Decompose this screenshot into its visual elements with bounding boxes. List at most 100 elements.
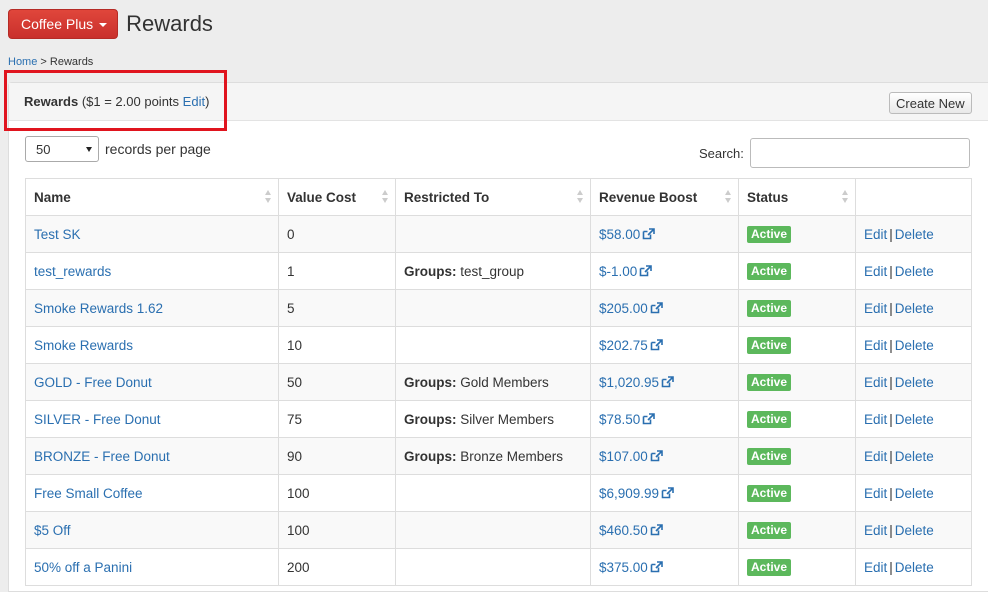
revenue-boost-link[interactable]: $-1.00 xyxy=(599,264,653,279)
search-label: Search: xyxy=(699,145,744,161)
cell-actions: Edit | Delete xyxy=(855,474,972,512)
cell-actions: Edit | Delete xyxy=(855,215,972,253)
table-row: BRONZE - Free Donut 90 Groups: Bronze Memb… xyxy=(25,437,972,475)
breadcrumb-home-link[interactable]: Home xyxy=(8,56,37,68)
cell-actions: Edit | Delete xyxy=(855,252,972,290)
cell-value-cost: 90 xyxy=(278,437,396,475)
edit-link[interactable]: Edit xyxy=(864,338,887,353)
reward-name-link[interactable]: GOLD - Free Donut xyxy=(34,375,152,390)
cell-status: Active xyxy=(738,474,856,512)
edit-link[interactable]: Edit xyxy=(864,560,887,575)
action-separator: | xyxy=(889,448,893,464)
edit-link[interactable]: Edit xyxy=(864,412,887,427)
delete-link[interactable]: Delete xyxy=(895,412,934,427)
rewards-table: Name Value Cost Restricted To Revenue Bo… xyxy=(25,178,972,586)
cell-revenue-boost: $6,909.99 xyxy=(590,474,739,512)
revenue-boost-link[interactable]: $58.00 xyxy=(599,227,656,242)
column-header-restricted-to[interactable]: Restricted To xyxy=(395,178,591,216)
delete-link[interactable]: Delete xyxy=(895,227,934,242)
cell-revenue-boost: $107.00 xyxy=(590,437,739,475)
reward-name-link[interactable]: test_rewards xyxy=(34,264,111,279)
delete-link[interactable]: Delete xyxy=(895,301,934,316)
revenue-boost-value: $375.00 xyxy=(599,559,648,575)
cell-revenue-boost: $78.50 xyxy=(590,400,739,438)
revenue-boost-link[interactable]: $460.50 xyxy=(599,523,663,538)
delete-link[interactable]: Delete xyxy=(895,375,934,390)
revenue-boost-link[interactable]: $78.50 xyxy=(599,412,656,427)
status-badge: Active xyxy=(747,484,792,502)
cell-status: Active xyxy=(738,511,856,549)
edit-link[interactable]: Edit xyxy=(864,523,887,538)
column-header-status[interactable]: Status xyxy=(738,178,856,216)
column-header-value-cost[interactable]: Value Cost xyxy=(278,178,396,216)
edit-points-rate-link[interactable]: Edit xyxy=(183,94,205,109)
breadcrumb-current: Rewards xyxy=(49,56,94,68)
external-link-icon xyxy=(661,486,674,499)
table-header-row: Name Value Cost Restricted To Revenue Bo… xyxy=(25,178,972,216)
action-separator: | xyxy=(889,374,893,390)
delete-link[interactable]: Delete xyxy=(895,449,934,464)
revenue-boost-value: $205.00 xyxy=(599,300,648,316)
edit-link[interactable]: Edit xyxy=(864,301,887,316)
delete-link[interactable]: Delete xyxy=(895,523,934,538)
status-badge: Active xyxy=(747,262,792,280)
reward-name-link[interactable]: BRONZE - Free Donut xyxy=(34,449,170,464)
status-badge: Active xyxy=(747,521,792,539)
table-row: Free Small Coffee 100 $6,909.99 Active Edit… xyxy=(25,474,972,512)
cell-status: Active xyxy=(738,252,856,290)
reward-name-link[interactable]: Test SK xyxy=(34,227,81,242)
column-header-name[interactable]: Name xyxy=(25,178,279,216)
revenue-boost-value: $107.00 xyxy=(599,448,648,464)
edit-link[interactable]: Edit xyxy=(864,449,887,464)
revenue-boost-link[interactable]: $375.00 xyxy=(599,560,663,575)
brand-dropdown-button[interactable]: Coffee Plus xyxy=(8,9,119,39)
column-header-revenue-boost[interactable]: Revenue Boost xyxy=(590,178,739,216)
status-badge: Active xyxy=(747,299,792,317)
panel-title-label: Rewards xyxy=(24,94,79,109)
sort-icon xyxy=(842,190,849,204)
cell-revenue-boost: $1,020.95 xyxy=(590,363,739,401)
reward-name-link[interactable]: Free Small Coffee xyxy=(34,486,143,501)
breadcrumb: Home > Rewards xyxy=(8,56,93,68)
chevron-down-icon xyxy=(86,146,92,152)
revenue-boost-link[interactable]: $1,020.95 xyxy=(599,375,674,390)
create-new-button[interactable]: Create New xyxy=(889,92,972,114)
reward-name-link[interactable]: Smoke Rewards 1.62 xyxy=(34,301,163,316)
delete-link[interactable]: Delete xyxy=(895,486,934,501)
records-per-page-select[interactable]: 50 xyxy=(25,136,99,162)
points-rate-text: ($1 = 2.00 points xyxy=(81,94,180,109)
cell-status: Active xyxy=(738,400,856,438)
restricted-value: Silver Members xyxy=(460,411,555,427)
delete-link[interactable]: Delete xyxy=(895,264,934,279)
delete-link[interactable]: Delete xyxy=(895,338,934,353)
external-link-icon xyxy=(650,560,663,573)
revenue-boost-link[interactable]: $205.00 xyxy=(599,301,663,316)
revenue-boost-link[interactable]: $107.00 xyxy=(599,449,663,464)
revenue-boost-link[interactable]: $202.75 xyxy=(599,338,663,353)
external-link-icon xyxy=(639,264,653,277)
cell-restricted-to xyxy=(395,326,591,364)
table-row: Smoke Rewards 10 $202.75 Active Edit | Delete xyxy=(25,326,972,364)
edit-link[interactable]: Edit xyxy=(864,264,887,279)
cell-revenue-boost: $-1.00 xyxy=(590,252,739,290)
rewards-panel: Rewards ($1 = 2.00 points Edit) Create N… xyxy=(8,82,988,592)
revenue-boost-link[interactable]: $6,909.99 xyxy=(599,486,674,501)
edit-link[interactable]: Edit xyxy=(864,375,887,390)
restricted-label: Groups: xyxy=(404,263,457,279)
edit-link[interactable]: Edit xyxy=(864,227,887,242)
reward-name-link[interactable]: 50% off a Panini xyxy=(34,560,132,575)
cell-name: Free Small Coffee xyxy=(25,474,279,512)
status-badge: Active xyxy=(747,336,792,354)
reward-name-link[interactable]: $5 Off xyxy=(34,523,71,538)
reward-name-link[interactable]: SILVER - Free Donut xyxy=(34,412,161,427)
column-header-label: Name xyxy=(34,189,71,205)
cell-revenue-boost: $205.00 xyxy=(590,289,739,327)
delete-link[interactable]: Delete xyxy=(895,560,934,575)
reward-name-link[interactable]: Smoke Rewards xyxy=(34,338,133,353)
cell-actions: Edit | Delete xyxy=(855,326,972,364)
cell-name: Test SK xyxy=(25,215,279,253)
table-row: Smoke Rewards 1.62 5 $205.00 Active Edit | De… xyxy=(25,289,972,327)
edit-link[interactable]: Edit xyxy=(864,486,887,501)
search-input[interactable] xyxy=(749,138,970,168)
cell-restricted-to xyxy=(395,215,591,253)
